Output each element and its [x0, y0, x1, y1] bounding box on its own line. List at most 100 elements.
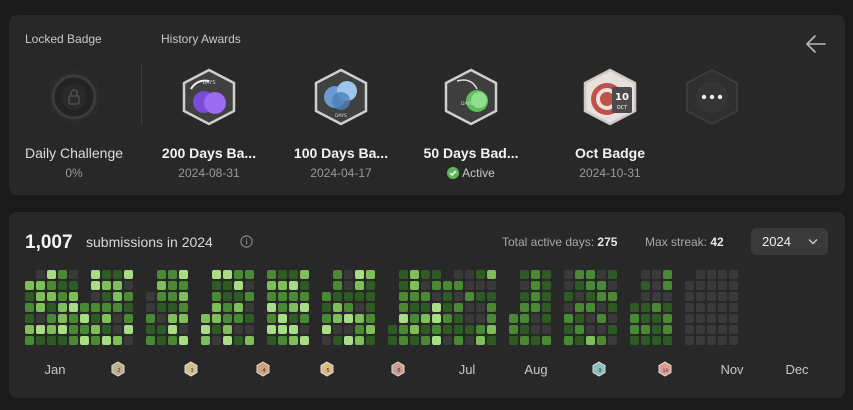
heatmap-cell[interactable] [300, 325, 309, 334]
heatmap-cell[interactable] [333, 314, 342, 323]
heatmap-cell[interactable] [410, 336, 419, 345]
heatmap-cell[interactable] [707, 325, 716, 334]
heatmap-cell[interactable] [454, 281, 463, 290]
heatmap-cell[interactable] [509, 325, 518, 334]
heatmap-cell[interactable] [465, 336, 474, 345]
heatmap-cell[interactable] [630, 325, 639, 334]
heatmap-cell[interactable] [421, 336, 430, 345]
heatmap-cell[interactable] [36, 336, 45, 345]
heatmap-cell[interactable] [234, 292, 243, 301]
heatmap-cell[interactable] [586, 314, 595, 323]
year-select[interactable]: 2024 [751, 228, 828, 255]
heatmap-cell[interactable] [718, 292, 727, 301]
heatmap-cell[interactable] [718, 303, 727, 312]
heatmap-cell[interactable] [146, 303, 155, 312]
heatmap-cell[interactable] [465, 292, 474, 301]
heatmap-cell[interactable] [399, 270, 408, 279]
heatmap-cell[interactable] [399, 292, 408, 301]
heatmap-cell[interactable] [344, 270, 353, 279]
heatmap-cell[interactable] [685, 281, 694, 290]
heatmap-cell[interactable] [729, 270, 738, 279]
heatmap-cell[interactable] [465, 314, 474, 323]
heatmap-cell[interactable] [333, 325, 342, 334]
heatmap-cell[interactable] [586, 292, 595, 301]
heatmap-cell[interactable] [454, 292, 463, 301]
heatmap-cell[interactable] [575, 281, 584, 290]
heatmap-cell[interactable] [608, 325, 617, 334]
heatmap-cell[interactable] [58, 325, 67, 334]
heatmap-cell[interactable] [179, 281, 188, 290]
heatmap-cell[interactable] [432, 325, 441, 334]
heatmap-cell[interactable] [124, 303, 133, 312]
heatmap-cell[interactable] [366, 281, 375, 290]
heatmap-cell[interactable] [91, 336, 100, 345]
heatmap-cell[interactable] [663, 325, 672, 334]
heatmap-cell[interactable] [102, 281, 111, 290]
heatmap-cell[interactable] [696, 303, 705, 312]
heatmap-cell[interactable] [168, 292, 177, 301]
heatmap-cell[interactable] [454, 336, 463, 345]
heatmap-cell[interactable] [421, 325, 430, 334]
heatmap-cell[interactable] [432, 292, 441, 301]
heatmap-cell[interactable] [388, 336, 397, 345]
heatmap-cell[interactable] [289, 336, 298, 345]
heatmap-cell[interactable] [344, 281, 353, 290]
heatmap-cell[interactable] [707, 292, 716, 301]
heatmap-cell[interactable] [267, 270, 276, 279]
heatmap-cell[interactable] [146, 292, 155, 301]
heatmap-cell[interactable] [476, 314, 485, 323]
heatmap-cell[interactable] [58, 270, 67, 279]
heatmap-cell[interactable] [300, 270, 309, 279]
heatmap-cell[interactable] [157, 292, 166, 301]
heatmap-cell[interactable] [597, 325, 606, 334]
heatmap-cell[interactable] [608, 292, 617, 301]
heatmap-cell[interactable] [487, 336, 496, 345]
heatmap-cell[interactable] [36, 292, 45, 301]
heatmap-cell[interactable] [322, 303, 331, 312]
heatmap-cell[interactable] [388, 325, 397, 334]
heatmap-cell[interactable] [729, 314, 738, 323]
heatmap-cell[interactable] [663, 314, 672, 323]
heatmap-cell[interactable] [454, 325, 463, 334]
heatmap-cell[interactable] [432, 336, 441, 345]
heatmap-cell[interactable] [465, 281, 474, 290]
heatmap-cell[interactable] [707, 281, 716, 290]
heatmap-cell[interactable] [597, 270, 606, 279]
heatmap-cell[interactable] [421, 314, 430, 323]
heatmap-cell[interactable] [278, 270, 287, 279]
heatmap-cell[interactable] [575, 325, 584, 334]
heatmap-cell[interactable] [531, 314, 540, 323]
heatmap-cell[interactable] [36, 303, 45, 312]
heatmap-cell[interactable] [564, 336, 573, 345]
heatmap-cell[interactable] [432, 314, 441, 323]
heatmap-cell[interactable] [47, 270, 56, 279]
heatmap-cell[interactable] [410, 314, 419, 323]
heatmap-cell[interactable] [344, 336, 353, 345]
heatmap-cell[interactable] [575, 270, 584, 279]
heatmap-cell[interactable] [663, 270, 672, 279]
heatmap-cell[interactable] [80, 325, 89, 334]
heatmap-cell[interactable] [322, 314, 331, 323]
heatmap-cell[interactable] [509, 314, 518, 323]
heatmap-cell[interactable] [685, 314, 694, 323]
heatmap-cell[interactable] [421, 270, 430, 279]
heatmap-cell[interactable] [91, 270, 100, 279]
heatmap-cell[interactable] [652, 303, 661, 312]
heatmap-cell[interactable] [432, 281, 441, 290]
heatmap-cell[interactable] [718, 270, 727, 279]
heatmap-cell[interactable] [663, 292, 672, 301]
heatmap-cell[interactable] [652, 325, 661, 334]
heatmap-cell[interactable] [25, 314, 34, 323]
heatmap-cell[interactable] [564, 325, 573, 334]
heatmap-cell[interactable] [212, 303, 221, 312]
heatmap-cell[interactable] [91, 303, 100, 312]
heatmap-cell[interactable] [69, 336, 78, 345]
monthly-badge-icon[interactable]: 4 [255, 361, 271, 377]
heatmap-cell[interactable] [69, 281, 78, 290]
heatmap-cell[interactable] [487, 303, 496, 312]
heatmap-cell[interactable] [333, 281, 342, 290]
heatmap-cell[interactable] [267, 314, 276, 323]
heatmap-cell[interactable] [608, 270, 617, 279]
heatmap-cell[interactable] [663, 303, 672, 312]
heatmap-cell[interactable] [113, 292, 122, 301]
